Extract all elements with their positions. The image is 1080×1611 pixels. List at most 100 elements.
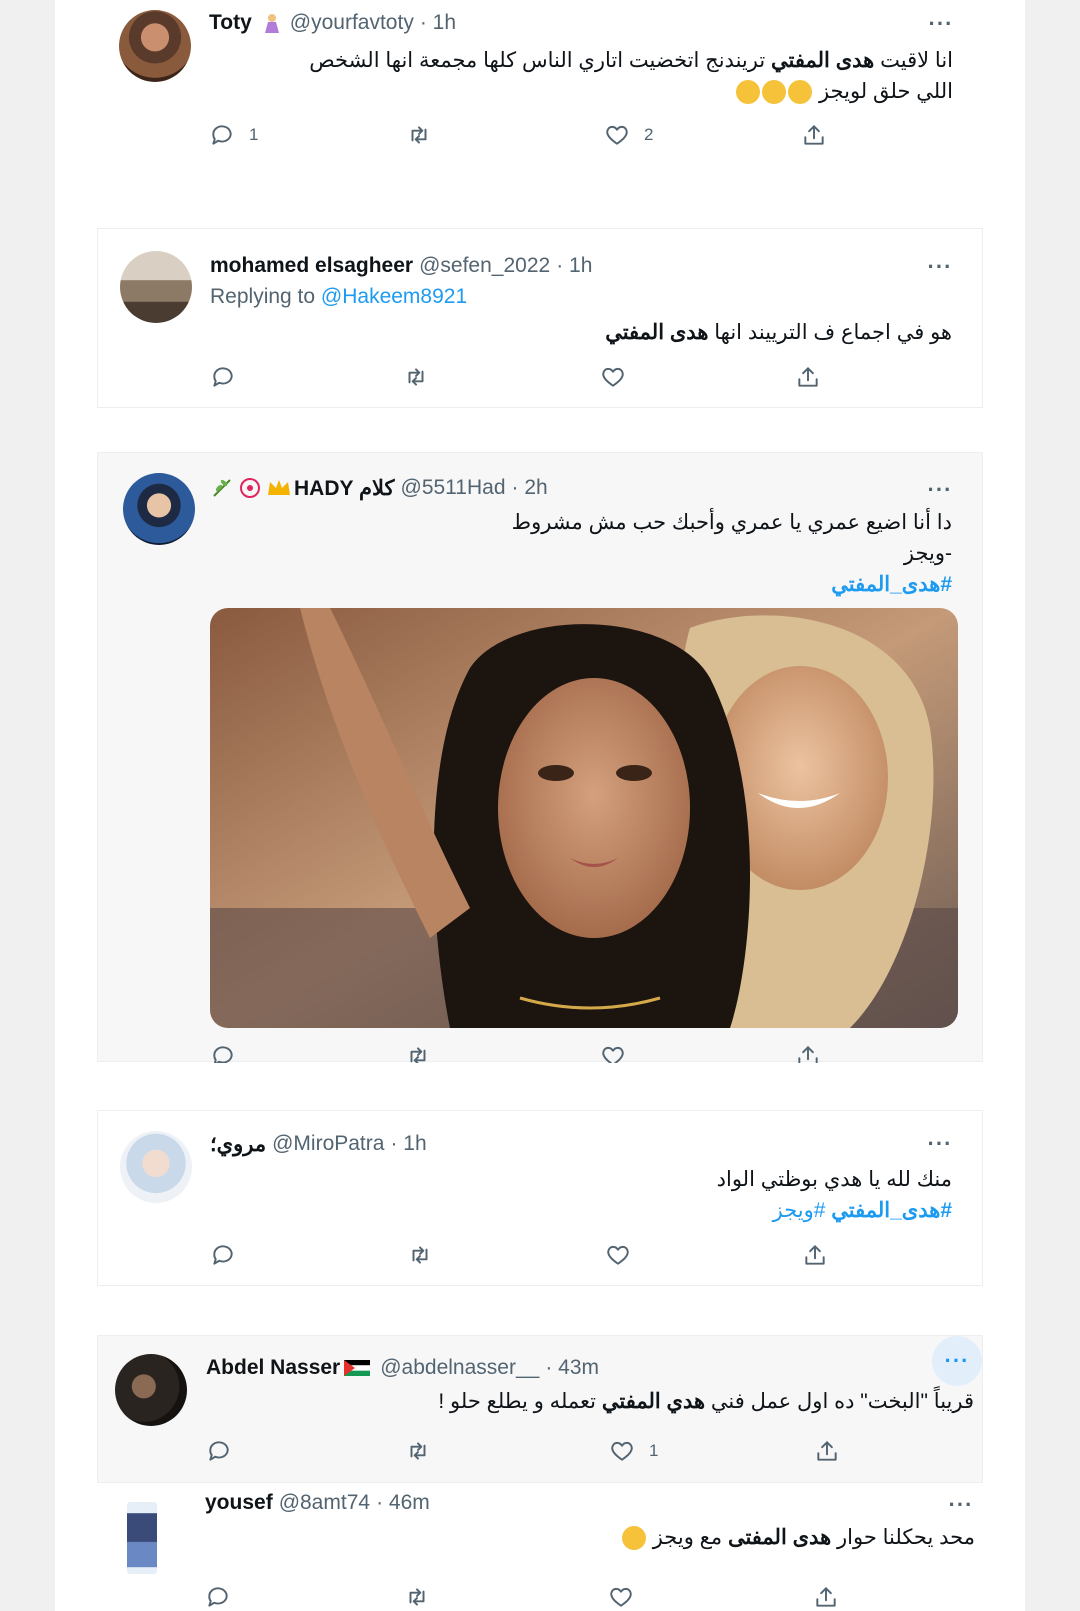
more-icon[interactable]: ···: [920, 247, 960, 287]
avatar[interactable]: [127, 1502, 157, 1574]
tweet-actions: [210, 1041, 850, 1063]
reply-button[interactable]: [206, 1436, 246, 1466]
share-icon: [813, 1584, 839, 1610]
tweet-miropatra[interactable]: مروي؛ @MiroPatra · 1h ··· منك لله يا هدي…: [97, 1110, 983, 1286]
share-button[interactable]: [814, 1436, 840, 1466]
share-icon: [795, 1043, 821, 1063]
more-icon[interactable]: ···: [941, 1485, 981, 1525]
tweet-text: محد يحكلنا حوار هدى المفتى مع ويجز: [209, 1522, 975, 1553]
avatar[interactable]: [115, 1354, 187, 1426]
display-name[interactable]: Abdel Nasser: [206, 1356, 340, 1380]
share-button[interactable]: [795, 362, 821, 392]
reply-button[interactable]: [210, 362, 250, 392]
retweet-button[interactable]: [405, 1436, 445, 1466]
retweet-icon: [405, 1438, 431, 1464]
handle[interactable]: @yourfavtoty: [290, 11, 414, 35]
avatar[interactable]: [120, 1131, 192, 1203]
laughing-emoji-icon: [788, 80, 813, 105]
tweet-actions: [210, 362, 850, 392]
palestine-flag-icon: [344, 1360, 371, 1376]
timestamp[interactable]: · 1h: [390, 1132, 426, 1156]
reply-count: 1: [249, 125, 259, 144]
tweet-mohamed[interactable]: mohamed elsagheer @sefen_2022 · 1h ··· R…: [97, 228, 983, 408]
tweet-actions: [210, 1240, 850, 1270]
replying-handle-link[interactable]: @Hakeem8921: [321, 285, 467, 308]
tweet-media-photo[interactable]: [210, 608, 958, 1028]
hashtag-link[interactable]: #ويجز: [773, 1199, 826, 1222]
more-icon[interactable]: ···: [920, 470, 960, 510]
hand-over-mouth-emoji-icon: [736, 80, 761, 105]
avatar[interactable]: [123, 473, 195, 545]
handle[interactable]: @sefen_2022: [419, 254, 550, 278]
retweet-button[interactable]: [403, 362, 443, 392]
timestamp[interactable]: · 46m: [376, 1491, 430, 1515]
display-name[interactable]: HADY كلام: [294, 476, 395, 501]
like-button[interactable]: [605, 1240, 645, 1270]
share-button[interactable]: [795, 1041, 821, 1063]
retweet-button[interactable]: [406, 120, 446, 150]
tweet-text: قريباً "البخت" ده اول عمل فني هدي المفتي…: [438, 1390, 974, 1413]
avatar[interactable]: [119, 10, 191, 82]
timestamp[interactable]: · 2h: [512, 476, 548, 500]
more-icon[interactable]: ···: [921, 4, 961, 44]
like-button[interactable]: [600, 1041, 640, 1063]
reply-button[interactable]: [210, 1041, 250, 1063]
heart-icon: [600, 364, 626, 390]
handle[interactable]: @abdelnasser__: [380, 1356, 539, 1380]
more-icon[interactable]: ···: [932, 1336, 982, 1386]
display-name[interactable]: Toty: [209, 11, 252, 35]
tweet-actions: 1: [206, 1436, 846, 1466]
handle[interactable]: @MiroPatra: [272, 1132, 384, 1156]
tweet-text: منك لله يا هدي بوظتي الواد #هدى_المفتي #…: [716, 1168, 952, 1222]
heart-icon: [600, 1043, 626, 1063]
like-button[interactable]: 2: [604, 120, 653, 150]
herb-emoji-icon: [213, 479, 231, 497]
handle[interactable]: @8amt74: [279, 1491, 370, 1515]
replying-to: Replying to @Hakeem8921: [210, 285, 468, 308]
share-button[interactable]: [802, 1240, 828, 1270]
like-button[interactable]: 1: [609, 1436, 658, 1466]
retweet-button[interactable]: [405, 1041, 445, 1063]
hashtag-link[interactable]: #هدى_المفتي: [831, 573, 952, 596]
tweet-toty[interactable]: Toty @yourfavtoty · 1h ··· انا لاقيت هدى…: [97, 0, 983, 210]
share-icon: [814, 1438, 840, 1464]
reply-button[interactable]: [210, 1240, 250, 1270]
heart-icon: [604, 122, 630, 148]
emoji-icon: [264, 14, 279, 33]
retweet-icon: [407, 1242, 433, 1268]
retweet-button[interactable]: [404, 1582, 444, 1611]
reply-button[interactable]: 1: [209, 120, 258, 150]
tweet-yousef[interactable]: yousef @8amt74 · 46m ··· محد يحكلنا حوار…: [97, 1485, 983, 1611]
laughing-emoji-icon: [621, 1526, 646, 1551]
hashtag-link[interactable]: #هدى_المفتي: [831, 1199, 952, 1222]
share-button[interactable]: [801, 120, 827, 150]
reply-icon: [205, 1584, 231, 1610]
share-icon: [802, 1242, 828, 1268]
timestamp[interactable]: · 43m: [545, 1356, 599, 1380]
more-icon[interactable]: ···: [920, 1124, 960, 1164]
tweet-hady[interactable]: HADY كلام @5511Had · 2h ··· دا أنا اضيع …: [97, 452, 983, 1062]
display-name[interactable]: mohamed elsagheer: [210, 254, 413, 278]
heart-icon: [608, 1584, 634, 1610]
crown-emoji-icon: [268, 480, 290, 495]
flower-emoji-icon: [240, 478, 260, 498]
like-button[interactable]: [600, 362, 640, 392]
retweet-icon: [404, 1584, 430, 1610]
share-icon: [795, 364, 821, 390]
tweet-text: دا أنا اضيع عمري يا عمري وأحبك حب مش مشر…: [511, 511, 952, 596]
reply-icon: [210, 364, 236, 390]
heart-icon: [605, 1242, 631, 1268]
like-count: 2: [644, 125, 654, 144]
reply-button[interactable]: [205, 1582, 245, 1611]
like-button[interactable]: [608, 1582, 648, 1611]
share-button[interactable]: [813, 1582, 839, 1611]
display-name[interactable]: مروي؛: [210, 1132, 266, 1157]
timestamp[interactable]: · 1h: [420, 11, 456, 35]
retweet-button[interactable]: [407, 1240, 447, 1270]
tweet-abdelnasser[interactable]: Abdel Nasser @abdelnasser__ · 43m ··· قر…: [97, 1335, 983, 1483]
timestamp[interactable]: · 1h: [556, 254, 592, 278]
avatar[interactable]: [120, 251, 192, 323]
handle[interactable]: @5511Had: [401, 476, 506, 500]
display-name[interactable]: yousef: [205, 1491, 273, 1515]
reply-icon: [209, 122, 235, 148]
